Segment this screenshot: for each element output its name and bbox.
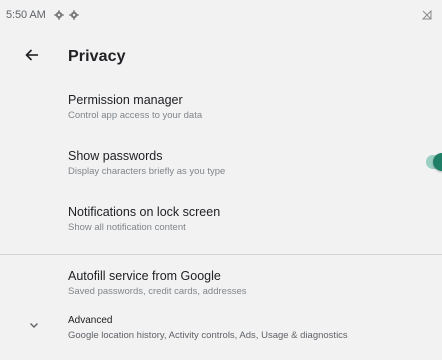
item-subtitle: Google location history, Activity contro… — [68, 330, 348, 341]
list-item-notifications-lock-screen[interactable]: Notifications on lock screen Show all no… — [0, 198, 442, 254]
status-bar: 5:50 AM — [0, 0, 442, 30]
list-item-permission-manager[interactable]: Permission manager Control app access to… — [0, 84, 442, 142]
item-subtitle: Control app access to your data — [68, 110, 203, 121]
status-time: 5:50 AM — [6, 9, 46, 21]
list-item-advanced[interactable]: Advanced Google location history, Activi… — [0, 310, 442, 356]
item-subtitle: Display characters briefly as you type — [68, 166, 226, 177]
page-title: Privacy — [68, 48, 126, 65]
no-signal-icon — [421, 9, 433, 21]
arrow-back-icon — [25, 48, 39, 67]
chevron-down-icon — [27, 318, 41, 332]
item-title: Show passwords — [68, 149, 163, 163]
show-passwords-toggle[interactable] — [426, 153, 442, 171]
list-item-autofill-service[interactable]: Autofill service from Google Saved passw… — [0, 255, 442, 310]
item-title: Advanced — [68, 315, 113, 326]
item-subtitle: Show all notification content — [68, 222, 186, 233]
toggle-knob — [433, 153, 442, 171]
item-title: Autofill service from Google — [68, 269, 221, 283]
item-title: Notifications on lock screen — [68, 205, 221, 219]
settings-list: Permission manager Control app access to… — [0, 84, 442, 356]
item-subtitle: Saved passwords, credit cards, addresses — [68, 286, 247, 297]
app-bar: Privacy — [0, 30, 442, 84]
back-button[interactable] — [16, 41, 48, 73]
gear-icon — [53, 10, 64, 20]
gear-icon — [68, 10, 79, 20]
item-title: Permission manager — [68, 93, 183, 107]
list-item-show-passwords[interactable]: Show passwords Display characters briefl… — [0, 142, 442, 198]
